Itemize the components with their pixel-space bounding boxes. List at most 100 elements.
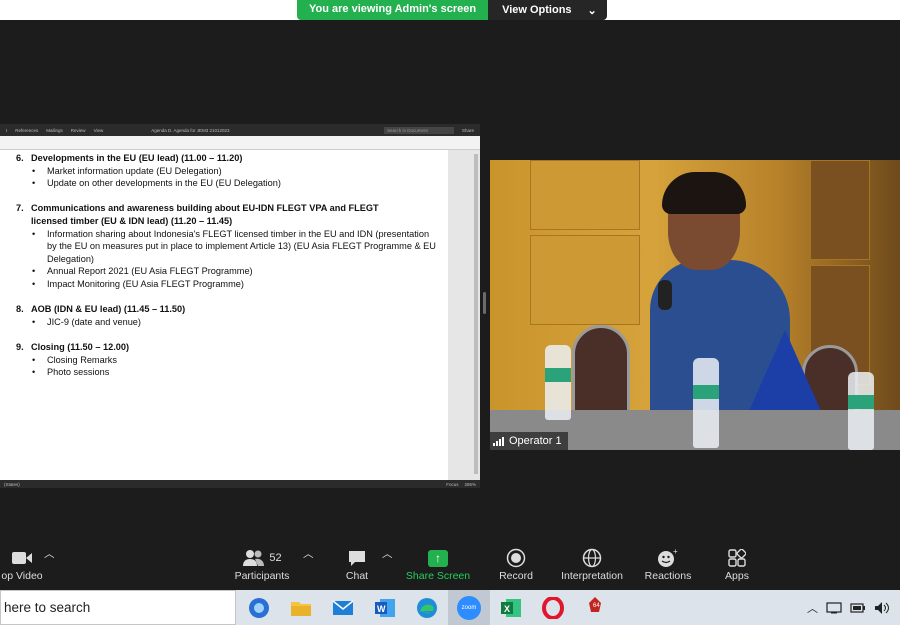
folder-icon [291,601,311,616]
taskbar-app-explorer[interactable] [280,590,322,625]
apps-icon [728,546,746,570]
item-heading-cont: licensed timber (EU & IDN lead) (11.20 –… [31,215,233,226]
windows-taskbar: here to search W zoom X 64 ︿ [0,590,900,625]
ribbon-tab: t [6,127,8,133]
video-options-caret[interactable]: ︿ [44,546,55,561]
ribbon-tab-references: References [15,127,39,133]
taskbar-search[interactable]: here to search [0,590,236,625]
taskbar-app-mail[interactable] [322,590,364,625]
system-tray: ︿ [807,600,900,616]
network-icon[interactable] [826,601,842,614]
water-bottle [848,372,874,450]
screen-share-banner: You are viewing Admin's screen View Opti… [297,0,607,20]
taskbar-app-edge[interactable] [406,590,448,625]
view-options-button[interactable]: View Options ⌄ [488,0,607,20]
taskbar-app-browser[interactable] [238,590,280,625]
participants-count: 52 [269,552,282,564]
smiley-icon: + [657,546,679,570]
taskbar-app-excel[interactable]: X [490,590,532,625]
video-camera-icon [11,546,33,570]
item-heading: Communications and awareness building ab… [31,203,379,214]
chat-icon [347,546,367,570]
interpretation-button[interactable]: Interpretation [556,546,628,582]
item-heading: AOB (IDN & EU lead) (11.45 – 11.50) [31,304,186,315]
list-item: • Information sharing about Indonesia's F… [32,228,436,264]
taskbar-app-opera[interactable] [532,590,574,625]
participants-options-caret[interactable]: ︿ [303,546,314,561]
apps-button[interactable]: Apps [723,546,751,582]
item-number: 8. [16,304,24,315]
wall-panel [810,160,870,260]
record-icon [506,546,526,570]
item-heading: Closing (11.50 – 12.00) [31,341,130,352]
taskbar-app-zoom[interactable]: zoom [448,590,490,625]
taskbar-app-red[interactable]: 64 [574,590,616,625]
participants-icon: 52 [242,546,282,570]
participants-label: Participants [234,570,290,582]
chat-options-caret[interactable]: ︿ [382,546,393,561]
opera-icon [542,596,564,619]
share-screen-button[interactable]: ↑ Share Screen [405,546,471,582]
water-bottle [545,345,571,420]
stop-video-button[interactable]: op Video [0,546,46,582]
edge-icon [417,597,437,618]
app-badge: 64 [593,603,600,609]
reactions-button[interactable]: + Reactions [643,546,693,582]
svg-text:X: X [504,604,510,614]
split-view-handle[interactable] [483,292,486,314]
battery-icon[interactable] [850,602,866,614]
svg-text:W: W [377,604,386,614]
document-ruler [0,136,480,150]
eu-flag [745,330,825,420]
chat-button[interactable]: Chat [342,546,372,582]
record-button[interactable]: Record [497,546,535,582]
water-bottle [693,358,719,448]
chat-label: Chat [345,570,369,582]
zoom-icon: zoom [457,595,481,620]
list-item: • Impact Monitoring (EU Asia FLEGT Progra… [32,278,244,289]
agenda-item-9: 9. Closing (11.50 – 12.00) • Closing Remar… [16,341,438,379]
apps-label: Apps [725,570,749,582]
agenda-item-8: 8. AOB (IDN & EU lead) (11.45 – 11.50) • J… [16,303,438,328]
share-arrow-icon: ↑ [428,549,448,567]
view-options-label: View Options [502,4,572,16]
document-titlebar: t References Mailings Review View Agenda… [0,124,480,136]
document-page: 6. Developments in the EU (EU lead) (11.0… [0,150,448,480]
list-item: • Closing Remarks [32,354,117,365]
zoom-app-label: zoom [461,604,477,611]
ribbon-tab-mailings: Mailings [46,127,63,133]
app-icon: 64 [585,595,605,620]
zoom-level: 286% [464,481,476,487]
participant-name: Operator 1 [509,435,562,447]
word-icon: W [375,598,395,617]
agenda-item-6: 6. Developments in the EU (EU lead) (11.0… [16,152,438,190]
participant-hair [662,172,746,214]
item-number: 6. [16,153,24,163]
document-title: Agenda D. Agenda for JEM3 21012023 [151,127,230,133]
reactions-label: Reactions [644,570,692,582]
search-placeholder: here to search [4,600,91,615]
video-tile[interactable]: Operator 1 [490,160,900,450]
focus-label: Focus [446,481,459,487]
taskbar-app-word[interactable]: W [364,590,406,625]
chevron-down-icon: ⌄ [587,4,597,17]
document-share: Share [461,127,474,133]
volume-icon[interactable] [874,601,890,615]
microphone [658,280,672,310]
participants-button[interactable]: 52 Participants [232,546,292,582]
ribbon-tab-view: View [93,127,104,133]
viewing-indicator: You are viewing Admin's screen [297,0,489,20]
globe-icon [582,546,602,570]
mail-icon [332,599,354,615]
record-label: Record [499,570,533,582]
chevron-up-icon[interactable]: ︿ [807,600,818,616]
shared-document-window: t References Mailings Review View Agenda… [0,124,480,488]
document-scrollbar[interactable] [474,154,478,474]
participant-name-tag: Operator 1 [490,432,568,450]
agenda-item-7: 7. Communications and awareness building … [16,202,438,290]
share-screen-label: Share Screen [405,570,471,582]
status-left: (States) [4,481,20,487]
item-number: 9. [16,341,24,352]
wall-panel [530,235,640,325]
list-item: • Annual Report 2021 (EU Asia FLEGT Progr… [32,266,253,277]
